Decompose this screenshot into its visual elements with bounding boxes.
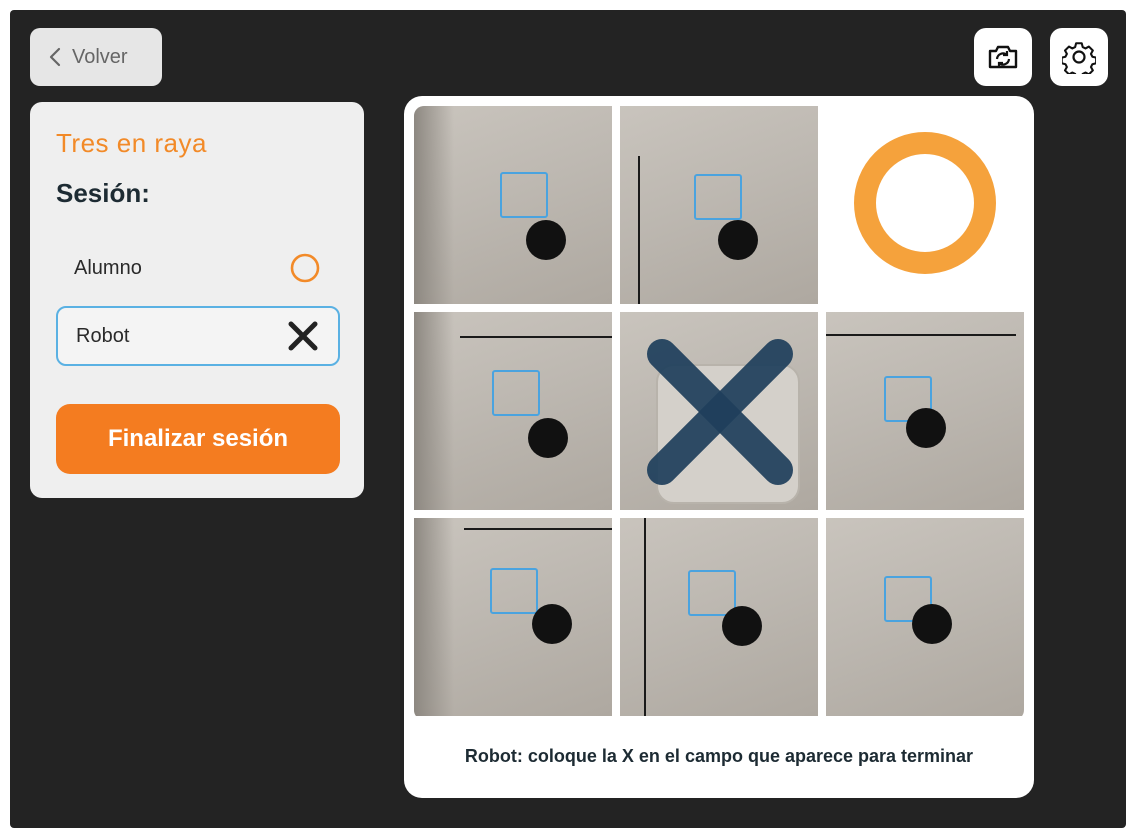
player-name: Robot xyxy=(76,324,130,347)
grid-line xyxy=(826,334,1016,336)
switch-camera-button[interactable] xyxy=(974,28,1032,86)
game-board-card: Robot: coloque la X en el campo que apar… xyxy=(404,96,1034,798)
target-square xyxy=(694,174,742,220)
grid-line xyxy=(460,336,612,338)
tile-edge xyxy=(414,106,454,304)
board-cell-5[interactable] xyxy=(620,312,818,510)
gear-icon xyxy=(1062,42,1096,74)
settings-button[interactable] xyxy=(1050,28,1108,86)
x-piece xyxy=(647,339,793,485)
game-board xyxy=(414,106,1024,720)
target-square xyxy=(500,172,548,218)
back-label: Volver xyxy=(72,45,128,68)
app-screen: Volver Tres en raya Sesión: Alumno Robot… xyxy=(10,10,1126,828)
finish-session-button[interactable]: Finalizar sesión xyxy=(56,404,340,474)
board-cell-3[interactable] xyxy=(826,106,1024,304)
grid-line xyxy=(638,156,640,304)
game-title: Tres en raya xyxy=(56,128,207,158)
target-square xyxy=(688,570,736,616)
marker-dot xyxy=(912,604,952,644)
marker-dot xyxy=(528,418,568,458)
marker-dot xyxy=(906,408,946,448)
board-cell-2[interactable] xyxy=(620,106,818,304)
session-panel: Tres en raya Sesión: Alumno Robot Finali… xyxy=(30,102,364,498)
x-symbol-icon xyxy=(288,321,318,351)
camera-switch-icon xyxy=(988,45,1018,69)
grid-line xyxy=(644,518,646,716)
marker-dot xyxy=(722,606,762,646)
board-cell-6[interactable] xyxy=(826,312,1024,510)
board-cell-7[interactable] xyxy=(414,518,612,716)
marker-dot xyxy=(532,604,572,644)
player-name: Alumno xyxy=(74,256,142,279)
marker-dot xyxy=(526,220,566,260)
board-cell-4[interactable] xyxy=(414,312,612,510)
o-piece xyxy=(854,132,996,274)
back-button[interactable]: Volver xyxy=(30,28,162,86)
target-square xyxy=(492,370,540,416)
grid-line xyxy=(464,528,612,530)
tile-edge xyxy=(414,312,454,510)
player-row-alumno[interactable]: Alumno xyxy=(56,238,340,298)
session-label: Sesión: xyxy=(56,178,150,208)
target-square xyxy=(490,568,538,614)
o-symbol-icon xyxy=(290,253,320,283)
chevron-left-icon xyxy=(49,47,61,67)
board-cell-1[interactable] xyxy=(414,106,612,304)
board-cell-9[interactable] xyxy=(826,518,1024,716)
board-cell-8[interactable] xyxy=(620,518,818,716)
tile-edge xyxy=(414,518,454,716)
status-message: Robot: coloque la X en el campo que apar… xyxy=(464,746,974,766)
player-row-robot[interactable]: Robot xyxy=(56,306,340,366)
marker-dot xyxy=(718,220,758,260)
